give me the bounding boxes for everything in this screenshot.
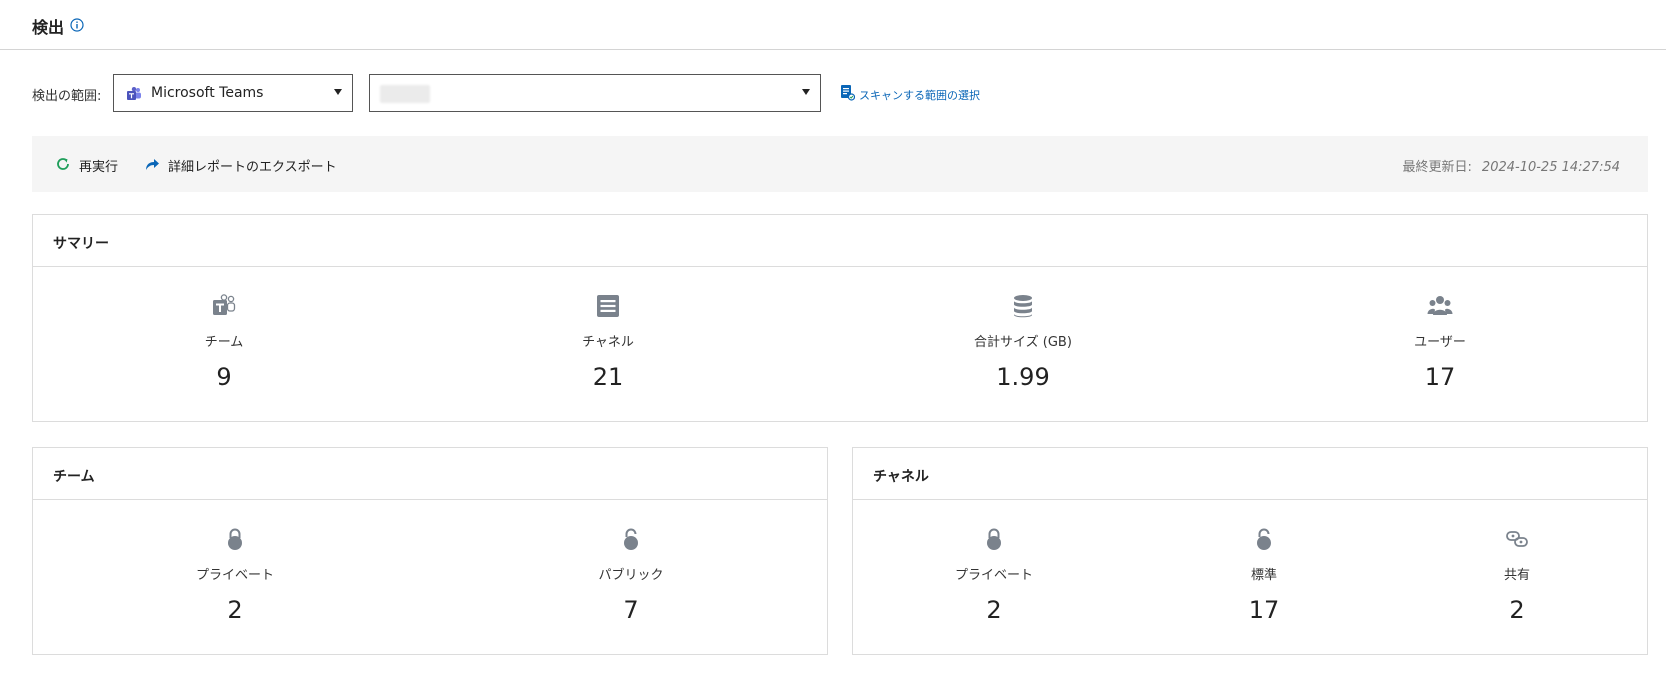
- scope-row: 検出の範囲: Microsoft Teams スキャンする範囲の選択: [32, 74, 1032, 112]
- page-title: 検出: [32, 18, 65, 37]
- stat-label: ユーザー: [1414, 335, 1466, 350]
- channels-panel: チャネル プライベート 2 標準 17 共有 2: [852, 447, 1648, 655]
- stat-users: ユーザー 17: [1320, 267, 1560, 391]
- stat-label: チーム: [204, 335, 244, 350]
- stat-public-teams: パブリック 7: [511, 500, 751, 624]
- action-toolbar: 再実行 詳細レポートのエクスポート 最終更新日: 2024-10-25 14:27…: [32, 136, 1648, 192]
- scan-range-link-label: スキャンする範囲の選択: [859, 89, 980, 102]
- lock-icon: [987, 528, 1001, 550]
- last-updated: 最終更新日: 2024-10-25 14:27:54: [1403, 156, 1620, 175]
- redacted-value: [380, 85, 430, 103]
- stat-standard-channels: 標準 17: [1144, 500, 1384, 624]
- stat-label: パブリック: [598, 568, 664, 583]
- stat-shared-channels: 共有 2: [1397, 500, 1637, 624]
- last-updated-value: 2024-10-25 14:27:54: [1481, 160, 1620, 175]
- refresh-icon: [57, 158, 69, 170]
- stat-teams: チーム 9: [104, 267, 344, 391]
- unlock-icon: [624, 528, 638, 550]
- export-report-button[interactable]: 詳細レポートのエクスポート: [144, 154, 337, 175]
- service-select-value: Microsoft Teams: [151, 85, 264, 101]
- teams-icon: [213, 294, 236, 315]
- teams-panel: チーム プライベート 2 パブリック 7: [32, 447, 828, 655]
- stat-value: 17: [1248, 596, 1280, 624]
- stat-total-size: 合計サイズ (GB) 1.99: [903, 267, 1143, 391]
- stat-value: 2: [986, 596, 1002, 624]
- stat-value: 9: [216, 363, 232, 391]
- rerun-button[interactable]: 再実行: [55, 154, 135, 175]
- database-icon: [1014, 295, 1032, 318]
- channel-icon: [597, 295, 619, 317]
- scan-list-icon: [841, 85, 855, 101]
- unlock-icon: [1257, 528, 1271, 550]
- stat-value: 2: [1509, 596, 1525, 624]
- stat-label: 標準: [1250, 568, 1277, 583]
- chevron-down-icon: [334, 89, 342, 95]
- stat-private-channels: プライベート 2: [874, 500, 1114, 624]
- link-icon: [1506, 531, 1528, 547]
- share-arrow-icon: [146, 159, 159, 170]
- summary-panel: サマリー チーム 9 チャネル 21 合計サイズ (GB) 1.99 ユーザー …: [32, 214, 1648, 422]
- service-select[interactable]: Microsoft Teams: [113, 74, 353, 112]
- stat-value: 1.99: [996, 363, 1050, 391]
- stat-private-teams: プライベート 2: [115, 500, 355, 624]
- team-select[interactable]: [369, 74, 821, 112]
- channels-panel-title: チャネル: [873, 469, 929, 485]
- stat-label: プライベート: [195, 568, 274, 583]
- lock-icon: [228, 528, 242, 550]
- chevron-down-icon: [802, 89, 810, 95]
- summary-panel-header: サマリー: [33, 215, 1647, 267]
- export-report-label: 詳細レポートのエクスポート: [168, 160, 337, 175]
- page-header: 検出: [0, 0, 1666, 50]
- teams-panel-title: チーム: [53, 469, 95, 485]
- microsoft-teams-icon: [127, 87, 141, 100]
- teams-panel-header: チーム: [33, 448, 827, 500]
- stat-channels: チャネル 21: [488, 267, 728, 391]
- last-updated-label: 最終更新日:: [1402, 160, 1472, 175]
- stat-label: チャネル: [582, 335, 634, 350]
- rerun-label: 再実行: [79, 160, 119, 175]
- channels-panel-header: チャネル: [853, 448, 1647, 500]
- stat-value: 2: [227, 596, 243, 624]
- summary-title: サマリー: [53, 236, 109, 252]
- stat-value: 21: [592, 363, 624, 391]
- stat-value: 7: [623, 596, 639, 624]
- stat-label: 合計サイズ (GB): [974, 335, 1072, 350]
- stat-label: プライベート: [954, 568, 1033, 583]
- stat-label: 共有: [1503, 568, 1530, 583]
- users-icon: [1427, 296, 1453, 315]
- scope-label: 検出の範囲:: [32, 89, 102, 104]
- info-icon[interactable]: [70, 18, 84, 32]
- stat-value: 17: [1424, 363, 1456, 391]
